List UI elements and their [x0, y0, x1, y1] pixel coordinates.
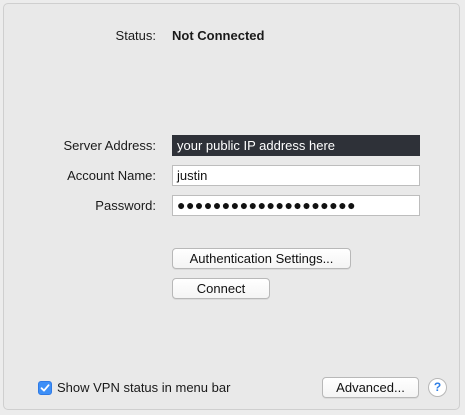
show-vpn-status-label: Show VPN status in menu bar — [57, 380, 231, 395]
show-vpn-status-checkbox[interactable] — [38, 380, 52, 395]
help-icon[interactable]: ? — [428, 378, 447, 397]
account-name-field[interactable]: justin — [172, 165, 420, 186]
status-value: Not Connected — [172, 28, 265, 43]
advanced-button[interactable]: Advanced... — [322, 377, 419, 398]
vpn-settings-panel: Status: Not Connected Server Address: yo… — [3, 3, 460, 410]
status-label: Status: — [115, 28, 156, 43]
connect-button[interactable]: Connect — [172, 278, 270, 299]
authentication-settings-button[interactable]: Authentication Settings... — [172, 248, 351, 269]
password-field[interactable]: ●●●●●●●●●●●●●●●●●●●● — [172, 195, 420, 216]
password-label: Password: — [95, 198, 156, 213]
checkmark-icon — [40, 383, 50, 391]
server-address-label: Server Address: — [63, 138, 157, 153]
account-name-label: Account Name: — [67, 168, 156, 183]
show-vpn-status-option[interactable]: Show VPN status in menu bar — [38, 380, 230, 395]
server-address-field[interactable]: your public IP address here — [172, 135, 420, 156]
